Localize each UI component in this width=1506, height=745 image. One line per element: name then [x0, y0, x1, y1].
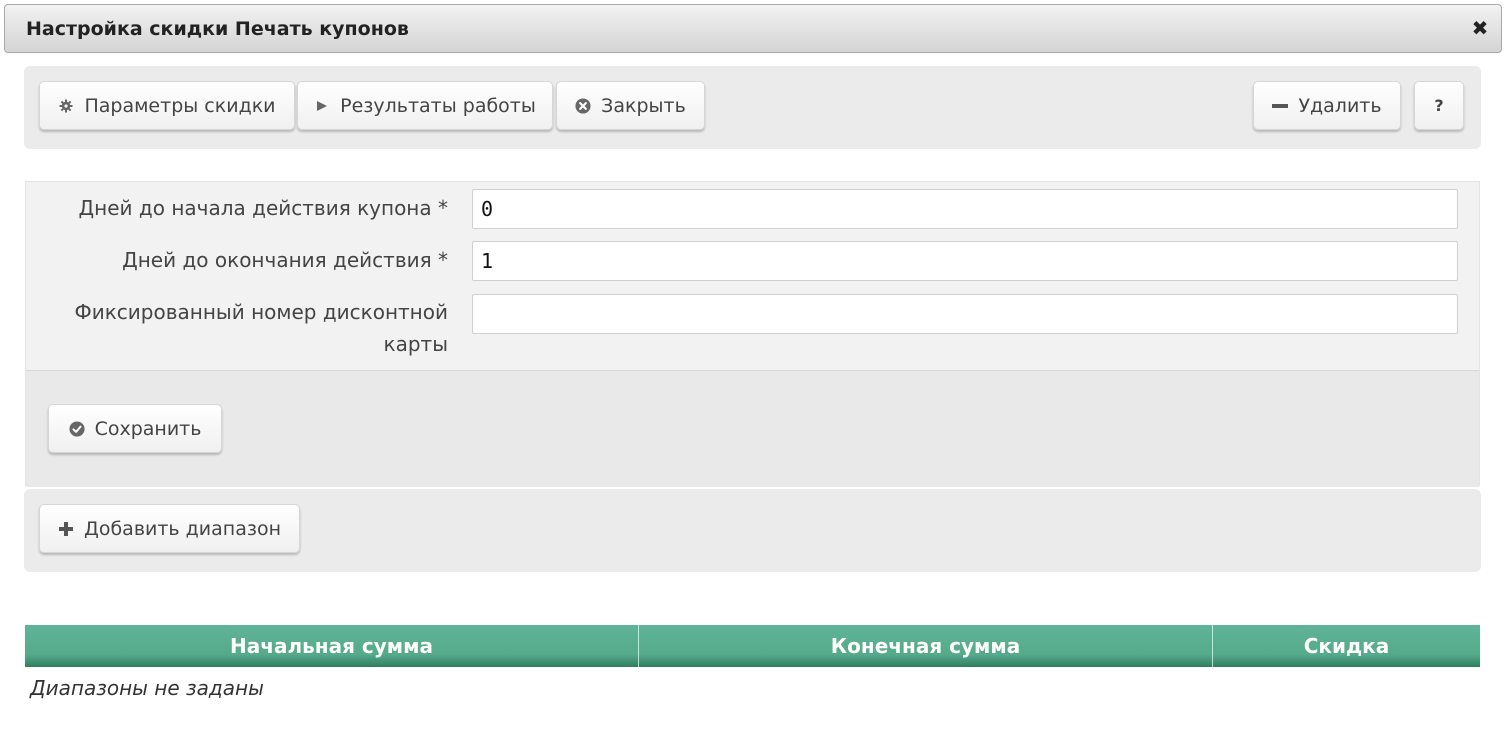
save-button[interactable]: Сохранить	[48, 404, 222, 453]
discount-form: Дней до начала действия купона * 0 Дней …	[25, 181, 1480, 487]
start-days-input[interactable]: 0	[472, 189, 1458, 229]
add-range-button[interactable]: Добавить диапазон	[39, 504, 300, 553]
card-number-input[interactable]	[472, 294, 1458, 334]
dialog-title: Настройка скидки Печать купонов	[26, 18, 409, 40]
discount-settings-dialog: Настройка скидки Печать купонов ✖ Параме…	[0, 0, 1506, 745]
delete-label: Удалить	[1298, 94, 1382, 117]
range-toolbar: Добавить диапазон	[24, 489, 1481, 572]
card-number-label: Фиксированный номер дисконтной карты	[74, 300, 449, 356]
column-header-end-sum[interactable]: Конечная сумма	[639, 625, 1213, 667]
empty-ranges-message: Диапазоны не заданы	[30, 676, 264, 700]
play-icon	[314, 98, 330, 114]
results-button[interactable]: Результаты работы	[297, 81, 553, 130]
column-header-start-sum[interactable]: Начальная сумма	[25, 625, 639, 667]
delete-button[interactable]: Удалить	[1253, 81, 1401, 130]
gear-icon	[58, 98, 74, 114]
start-days-label: Дней до начала действия купона *	[78, 196, 448, 220]
end-days-label: Дней до окончания действия *	[122, 248, 448, 272]
column-header-discount[interactable]: Скидка	[1213, 625, 1480, 667]
save-label: Сохранить	[94, 417, 202, 440]
minus-icon	[1272, 98, 1289, 114]
check-circle-icon	[69, 420, 85, 437]
discount-params-button[interactable]: Параметры скидки	[39, 81, 295, 130]
close-button[interactable]: Закрыть	[556, 81, 705, 130]
help-button[interactable]: ?	[1414, 81, 1464, 130]
plus-icon	[58, 521, 74, 537]
results-label: Результаты работы	[340, 94, 536, 117]
dialog-titlebar: Настройка скидки Печать купонов ✖	[4, 4, 1502, 53]
discount-params-label: Параметры скидки	[84, 94, 276, 117]
toolbar: Параметры скидки Результаты работы Закры…	[24, 66, 1481, 149]
form-footer: Сохранить	[26, 370, 1479, 487]
add-range-label: Добавить диапазон	[83, 517, 282, 540]
end-days-input[interactable]: 1	[472, 241, 1458, 281]
close-circle-icon	[575, 97, 591, 114]
close-label: Закрыть	[601, 94, 686, 117]
close-icon[interactable]: ✖	[1471, 17, 1489, 39]
help-label: ?	[1434, 96, 1444, 115]
ranges-table-header: Начальная сумма Конечная сумма Скидка	[25, 625, 1480, 667]
